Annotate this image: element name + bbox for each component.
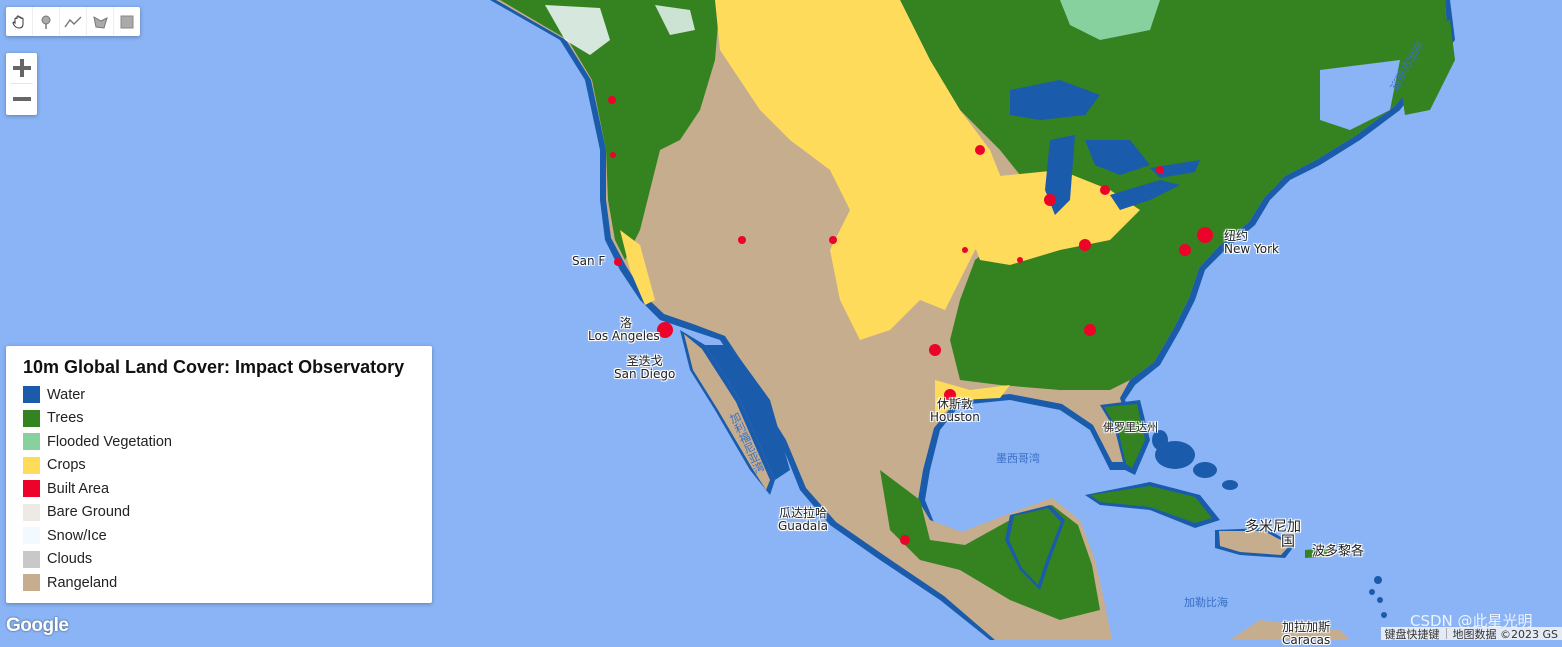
label-puerto-rico: 波多黎各 [1312, 545, 1364, 558]
legend-item: Rangeland [23, 571, 416, 595]
label-line: 佛罗里达州 [1103, 421, 1158, 434]
label-line: San Diego [614, 368, 675, 381]
attribution-bar: 键盘快捷键 地图数据 ©2023 GS [1381, 627, 1562, 640]
legend-item: Bare Ground [23, 501, 416, 525]
legend-item: Crops [23, 454, 416, 478]
label-los-angeles: 洛 Los Angeles [588, 317, 660, 343]
legend-label: Flooded Vegetation [47, 434, 172, 450]
zoom-out-button[interactable] [6, 84, 37, 114]
legend-swatch [23, 551, 40, 568]
google-logo: Google [6, 615, 68, 637]
label-line: New York [1224, 243, 1279, 256]
legend-title: 10m Global Land Cover: Impact Observator… [23, 356, 416, 378]
legend-swatch [23, 480, 40, 497]
legend-item: Snow/Ice [23, 524, 416, 548]
label-new-york: 纽约 New York [1224, 230, 1279, 256]
legend-item: Built Area [23, 477, 416, 501]
label-line: Guadala [778, 520, 828, 533]
attribution-divider [1446, 628, 1447, 639]
label-dominican-republic: 多米尼加 国 [1245, 520, 1301, 550]
legend-label: Snow/Ice [47, 528, 107, 544]
label-san-diego: 圣迭戈 San Diego [614, 355, 675, 381]
zoom-in-button[interactable] [6, 53, 37, 83]
legend-list: Water Trees Flooded Vegetation Crops Built A… [23, 383, 416, 595]
legend-label: Clouds [47, 551, 92, 567]
label-caracas: 加拉加斯 Caracas [1282, 621, 1330, 647]
label-line: Houston [930, 411, 980, 424]
legend-panel: 10m Global Land Cover: Impact Observator… [6, 346, 432, 603]
legend-swatch [23, 457, 40, 474]
legend-label: Crops [47, 457, 86, 473]
legend-item: Trees [23, 407, 416, 431]
rectangle-tool-button[interactable] [114, 7, 140, 36]
sea-label-gulf-of-mexico: 墨西哥湾 [996, 450, 1040, 466]
label-guadalajara: 瓜达拉哈 Guadala [778, 507, 828, 533]
minus-icon [12, 89, 32, 109]
label-line: 国 [1245, 535, 1301, 550]
label-line: San F [572, 255, 605, 268]
label-florida: 佛罗里达州 [1103, 421, 1158, 434]
legend-label: Water [47, 387, 85, 403]
polygon-icon [92, 14, 108, 30]
legend-label: Trees [47, 410, 84, 426]
polygon-tool-button[interactable] [87, 7, 114, 36]
sea-label-caribbean-sea: 加勒比海 [1184, 594, 1228, 610]
hand-icon [11, 14, 27, 30]
zoom-control [6, 53, 37, 115]
pan-tool-button[interactable] [6, 7, 33, 36]
legend-item: Flooded Vegetation [23, 430, 416, 454]
legend-label: Built Area [47, 481, 109, 497]
rectangle-icon [119, 14, 135, 30]
label-line: Caracas [1282, 634, 1330, 647]
label-san-francisco: San F [572, 255, 605, 268]
legend-swatch [23, 386, 40, 403]
legend-swatch [23, 433, 40, 450]
polyline-icon [64, 14, 82, 30]
drawing-toolbar [6, 7, 140, 36]
marker-tool-button[interactable] [33, 7, 60, 36]
label-houston: 休斯敦 Houston [930, 398, 980, 424]
plus-icon [12, 58, 32, 78]
label-line: Los Angeles [588, 330, 660, 343]
label-line: 多米尼加 [1245, 520, 1301, 535]
legend-swatch [23, 504, 40, 521]
label-line: 波多黎各 [1312, 545, 1364, 558]
legend-item: Clouds [23, 548, 416, 572]
map-data-attribution[interactable]: 地图数据 ©2023 GS [1453, 626, 1559, 642]
legend-swatch [23, 527, 40, 544]
legend-item: Water [23, 383, 416, 407]
legend-swatch [23, 574, 40, 591]
legend-label: Rangeland [47, 575, 117, 591]
legend-swatch [23, 410, 40, 427]
pin-icon [38, 14, 54, 30]
keyboard-shortcuts-link[interactable]: 键盘快捷键 [1385, 626, 1440, 642]
line-tool-button[interactable] [60, 7, 87, 36]
legend-label: Bare Ground [47, 504, 130, 520]
